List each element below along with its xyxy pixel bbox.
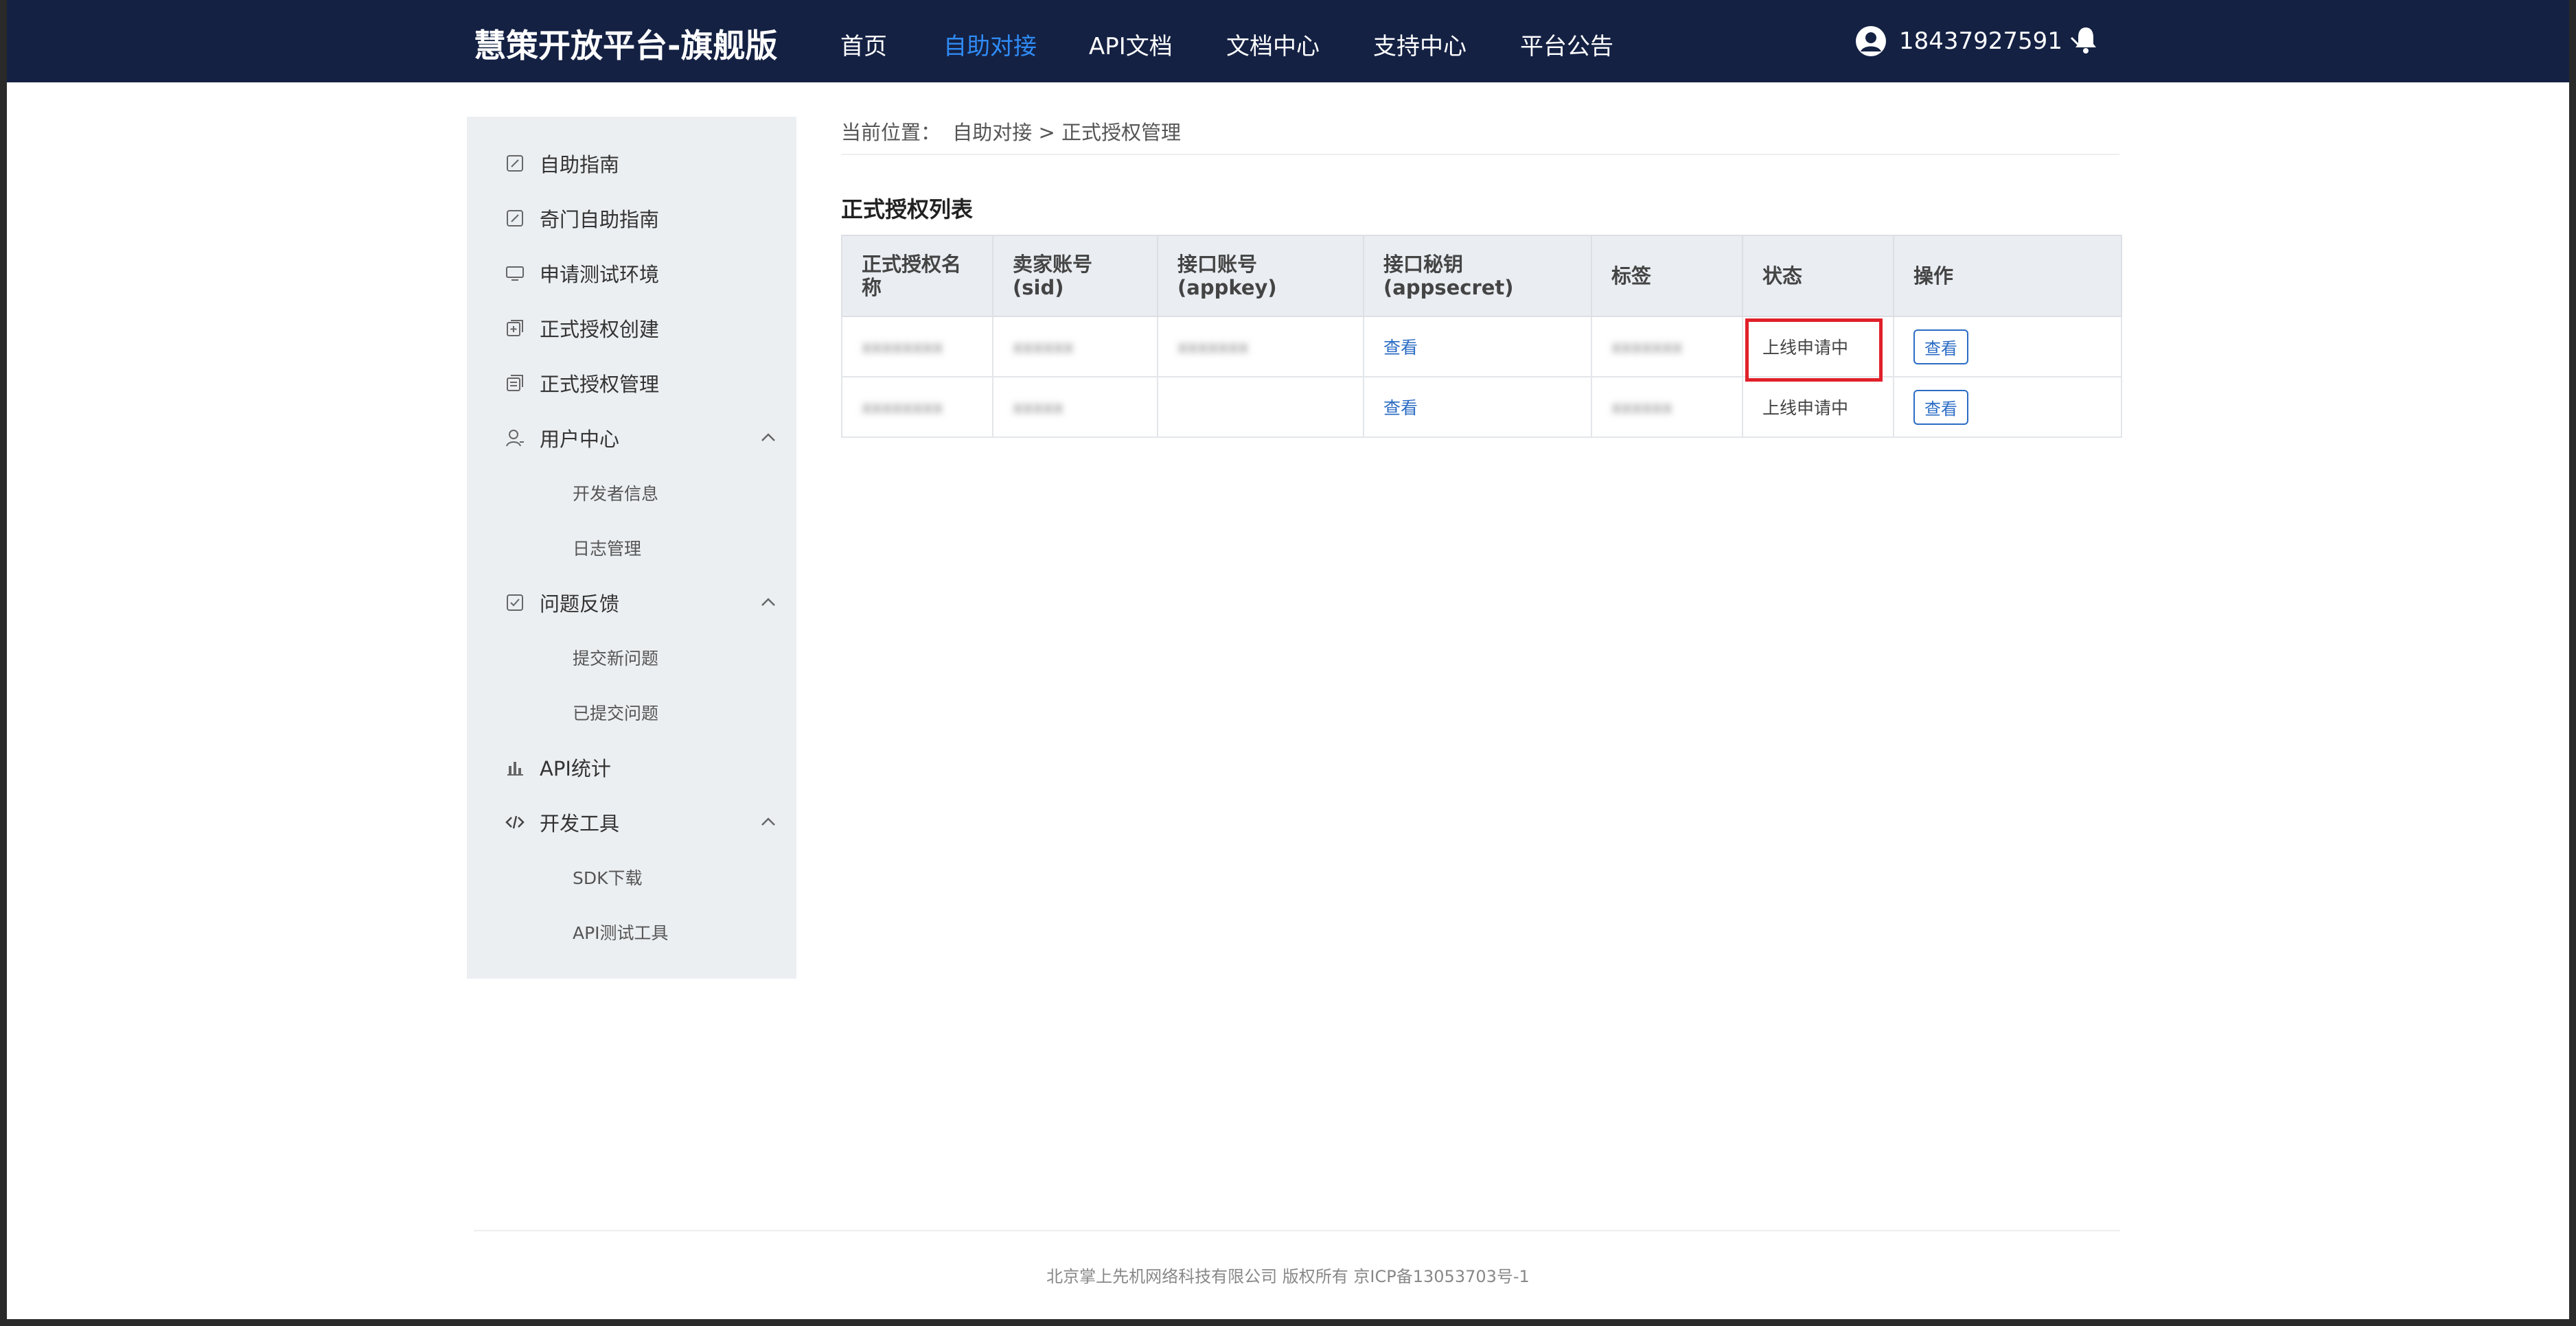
col-header-status: 状态 [1742, 235, 1894, 317]
brand-title[interactable]: 慧策开放平台-旗舰版 [474, 19, 778, 67]
sidebar-item-dev-tools[interactable]: 开发工具 [467, 802, 796, 843]
stack-doc-icon [507, 375, 523, 391]
nav-support-center[interactable]: 支持中心 [1373, 27, 1467, 61]
cell-status: 上线申请中 [1742, 316, 1894, 377]
cell-name: xxxxxxxx [841, 376, 993, 438]
col-header-name: 正式授权名称 [841, 235, 993, 317]
sidebar: 自助指南 奇门自助指南 申请测试环境 正式授权创建 正式授权管理 用户中心 开发… [467, 117, 796, 979]
sidebar-item-user-center[interactable]: 用户中心 [467, 417, 796, 458]
bell-icon[interactable] [2073, 25, 2098, 55]
sidebar-item-api-stats[interactable]: API统计 [467, 747, 796, 788]
user-icon [506, 430, 524, 447]
sidebar-subitem-developer-info[interactable]: 开发者信息 [467, 474, 796, 512]
view-secret-link[interactable]: 查看 [1383, 398, 1418, 418]
monitor-icon [506, 266, 524, 281]
footer-divider [474, 1230, 2120, 1231]
redacted-text: xxxxxxx [1611, 336, 1683, 357]
redacted-text: xxxxxxx [1177, 336, 1249, 357]
cell-appsecret: 查看 [1363, 376, 1592, 438]
sidebar-item-label: 申请测试环境 [540, 263, 660, 286]
chevron-up-icon [761, 598, 775, 606]
nav-doc-center[interactable]: 文档中心 [1226, 27, 1320, 61]
table-row: xxxxxxxx xxxxx 查看 xxxxxx 上线申请中 查看 [841, 376, 2122, 438]
redacted-text: xxxxxxxx [862, 397, 943, 417]
col-header-tag: 标签 [1591, 235, 1743, 317]
cell-status: 上线申请中 [1742, 376, 1894, 438]
cell-action: 查看 [1893, 376, 2122, 438]
sidebar-subitem-label: 提交新问题 [573, 649, 659, 668]
nav-self-service[interactable]: 自助对接 [943, 27, 1037, 61]
cell-appkey [1157, 376, 1364, 438]
cell-tag: xxxxxxx [1591, 316, 1743, 377]
edit-doc-icon [507, 155, 523, 172]
nav-announcements[interactable]: 平台公告 [1520, 27, 1613, 61]
bar-chart-icon [507, 762, 523, 776]
sidebar-subitem-log-manage[interactable]: 日志管理 [467, 528, 796, 567]
redacted-text: xxxxxx [1013, 336, 1074, 357]
view-secret-link[interactable]: 查看 [1383, 338, 1418, 358]
table-row: xxxxxxxx xxxxxx xxxxxxx 查看 xxxxxxx 上线申请中… [841, 316, 2122, 377]
browser-window: 慧策开放平台-旗舰版 首页 自助对接 API文档 文档中心 支持中心 平台公告 … [7, 0, 2569, 1319]
nav-api-docs[interactable]: API文档 [1089, 27, 1173, 61]
sidebar-subitem-label: SDK下载 [573, 868, 643, 888]
cell-appsecret: 查看 [1363, 316, 1592, 377]
sidebar-item-feedback[interactable]: 问题反馈 [467, 582, 796, 623]
page-title: 正式授权列表 [841, 196, 974, 222]
sidebar-subitem-label: 已提交问题 [573, 703, 659, 723]
sidebar-item-label: 正式授权创建 [540, 318, 660, 341]
breadcrumb-prefix: 当前位置： [841, 121, 941, 144]
sidebar-item-label: 问题反馈 [540, 592, 620, 616]
col-header-action: 操作 [1893, 235, 2122, 317]
redacted-text: xxxxxxxx [862, 336, 943, 357]
col-header-appsecret: 接口秘钥(appsecret) [1363, 235, 1592, 317]
sidebar-item-label: 开发工具 [540, 812, 620, 835]
top-navbar: 慧策开放平台-旗舰版 首页 自助对接 API文档 文档中心 支持中心 平台公告 … [7, 0, 2569, 82]
user-avatar-icon [1856, 26, 1886, 56]
divider [841, 154, 2119, 155]
col-header-appkey: 接口账号(appkey) [1157, 235, 1364, 317]
sidebar-item-qimen-guide[interactable]: 奇门自助指南 [467, 198, 796, 239]
add-doc-icon [507, 320, 523, 336]
chevron-up-icon [761, 433, 775, 441]
sidebar-subitem-submitted-issues[interactable]: 已提交问题 [467, 693, 796, 732]
sidebar-item-test-env[interactable]: 申请测试环境 [467, 253, 796, 294]
view-button[interactable]: 查看 [1913, 329, 1968, 364]
sidebar-item-guide[interactable]: 自助指南 [467, 143, 796, 184]
sidebar-subitem-label: 开发者信息 [573, 484, 659, 504]
user-phone: 18437927591 [1899, 27, 2062, 55]
sidebar-item-label: 正式授权管理 [540, 373, 660, 396]
sidebar-subitem-label: 日志管理 [573, 539, 642, 559]
sidebar-item-auth-manage[interactable]: 正式授权管理 [467, 362, 796, 404]
auth-table: 正式授权名称 卖家账号(sid) 接口账号(appkey) 接口秘钥(appse… [841, 235, 2122, 438]
checklist-icon [507, 594, 523, 611]
user-menu[interactable]: 18437927591 [1855, 25, 2089, 58]
nav-home[interactable]: 首页 [840, 27, 887, 61]
redacted-text: xxxxx [1013, 397, 1063, 417]
edit-doc-icon [507, 210, 523, 226]
breadcrumb-path[interactable]: 自助对接 > 正式授权管理 [952, 121, 1181, 144]
sidebar-subitem-api-test-tool[interactable]: API测试工具 [467, 913, 796, 951]
col-header-sid: 卖家账号(sid) [992, 235, 1158, 317]
cell-sid: xxxxx [992, 376, 1158, 438]
sidebar-item-label: 自助指南 [540, 153, 620, 176]
sidebar-item-auth-create[interactable]: 正式授权创建 [467, 307, 796, 349]
cell-name: xxxxxxxx [841, 316, 993, 377]
breadcrumb: 当前位置： 自助对接 > 正式授权管理 [841, 117, 1186, 146]
footer-copyright: 北京掌上先机网络科技有限公司 版权所有 京ICP备13053703号-1 [1046, 1267, 1530, 1286]
code-icon [505, 815, 525, 829]
redacted-text: xxxxxx [1611, 397, 1672, 417]
sidebar-item-label: 用户中心 [540, 428, 620, 451]
sidebar-subitem-label: API测试工具 [573, 923, 669, 943]
chevron-up-icon [761, 817, 775, 826]
cell-action: 查看 [1893, 316, 2122, 377]
cell-sid: xxxxxx [992, 316, 1158, 377]
sidebar-subitem-sdk-download[interactable]: SDK下载 [467, 858, 796, 896]
table-header-row: 正式授权名称 卖家账号(sid) 接口账号(appkey) 接口秘钥(appse… [841, 235, 2122, 317]
sidebar-item-label: API统计 [540, 757, 611, 780]
view-button[interactable]: 查看 [1913, 389, 1968, 425]
cell-appkey: xxxxxxx [1157, 316, 1364, 377]
cell-tag: xxxxxx [1591, 376, 1743, 438]
sidebar-subitem-new-issue[interactable]: 提交新问题 [467, 638, 796, 677]
sidebar-item-label: 奇门自助指南 [540, 208, 660, 231]
